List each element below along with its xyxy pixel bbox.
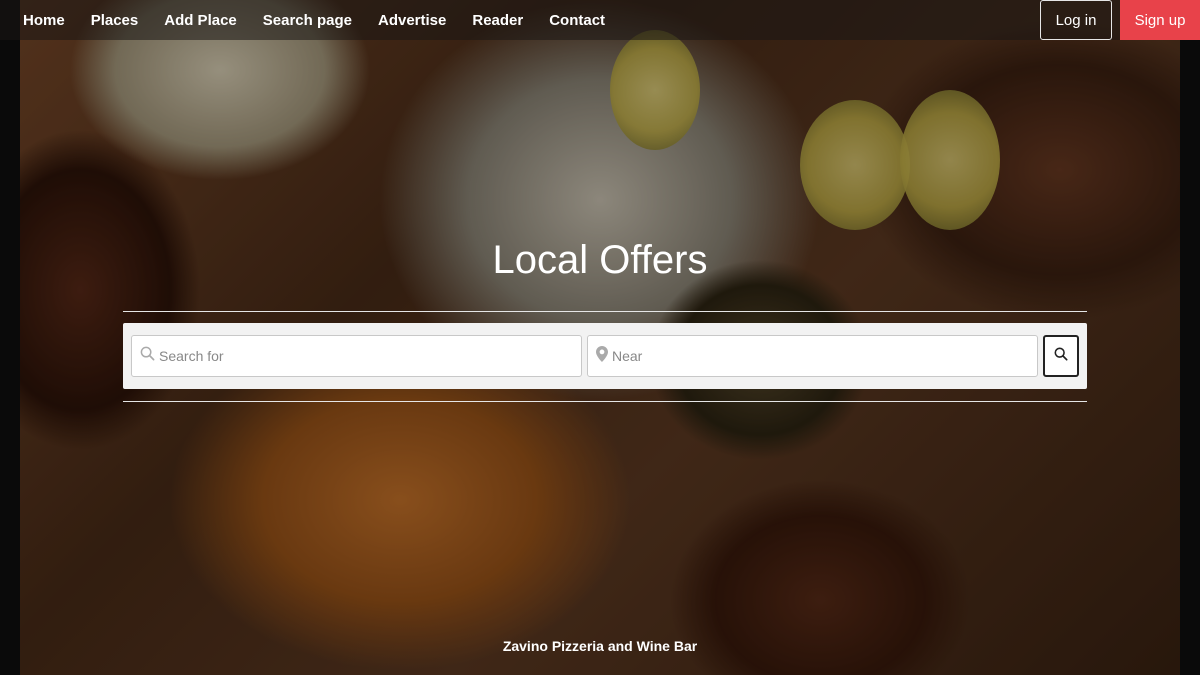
divider-top	[123, 311, 1087, 312]
nav-actions: Log in Sign up	[1040, 0, 1200, 40]
search-icon	[1054, 347, 1068, 366]
nav-link-contact[interactable]: Contact	[549, 12, 605, 29]
page-title: Local Offers	[492, 238, 708, 282]
divider-bottom	[123, 401, 1087, 402]
nav-link-reader[interactable]: Reader	[472, 12, 523, 29]
nav-link-home[interactable]: Home	[23, 12, 65, 29]
near-input[interactable]	[612, 348, 1037, 364]
signup-button[interactable]: Sign up	[1120, 0, 1200, 40]
top-navbar: Home Places Add Place Search page Advert…	[0, 0, 1200, 40]
map-pin-icon	[596, 345, 608, 367]
nav-link-search-page[interactable]: Search page	[263, 12, 352, 29]
hero-edge-left	[0, 0, 20, 675]
nav-links: Home Places Add Place Search page Advert…	[0, 12, 631, 29]
nav-link-add-place[interactable]: Add Place	[164, 12, 237, 29]
search-input[interactable]	[159, 348, 581, 364]
search-field[interactable]	[131, 335, 582, 377]
search-bar	[123, 323, 1087, 389]
search-icon	[140, 346, 155, 366]
login-button[interactable]: Log in	[1040, 0, 1112, 40]
nav-link-advertise[interactable]: Advertise	[378, 12, 446, 29]
nav-link-places[interactable]: Places	[91, 12, 139, 29]
image-caption: Zavino Pizzeria and Wine Bar	[502, 638, 698, 654]
search-submit-button[interactable]	[1043, 335, 1079, 377]
near-field[interactable]	[587, 335, 1038, 377]
hero-edge-right	[1180, 0, 1200, 675]
